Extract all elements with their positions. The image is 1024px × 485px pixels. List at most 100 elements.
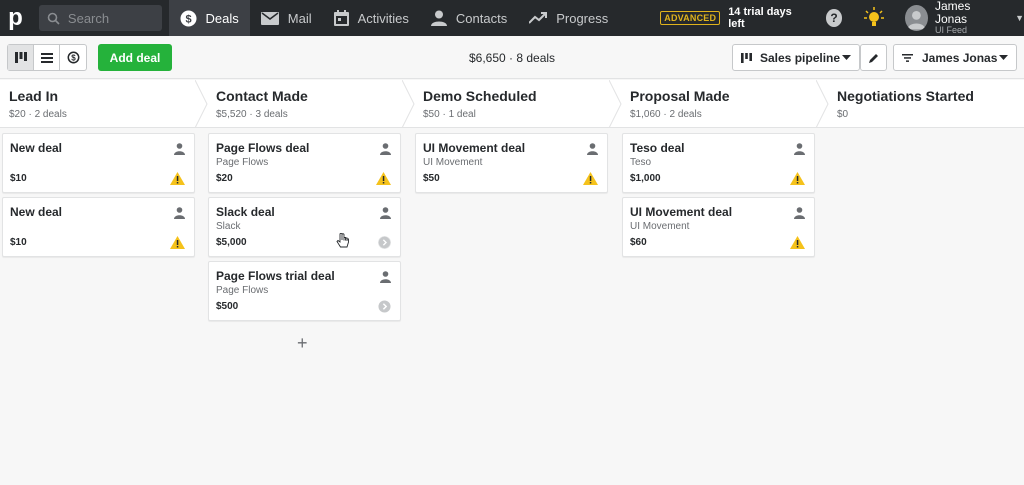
plan-badge[interactable]: ADVANCED (660, 11, 721, 25)
stage-name: Lead In (9, 88, 59, 104)
next-activity-icon[interactable] (378, 300, 391, 313)
nav-contacts-label: Contacts (455, 10, 508, 26)
hand-cursor-icon (336, 233, 349, 248)
deal-card[interactable]: UI Movement deal UI Movement $60 (622, 197, 815, 257)
nav-progress-label: Progress (556, 10, 609, 26)
edit-pipeline-button[interactable] (860, 44, 887, 71)
warning-icon[interactable] (790, 236, 805, 249)
person-icon (430, 10, 447, 26)
person-icon[interactable] (174, 207, 185, 219)
deal-value: $20 (216, 173, 233, 184)
deals-toolbar: $ Add deal $6,650 · 8 deals Sales pipeli… (0, 36, 1024, 79)
deal-value: $10 (10, 173, 27, 184)
search-input[interactable]: Search (38, 5, 162, 31)
stage-header-proposal-made[interactable]: Proposal Made $1,060 · 2 deals (621, 80, 828, 128)
kanban-icon (741, 52, 752, 63)
stage-header-lead-in[interactable]: Lead In $20 · 2 deals (0, 80, 207, 128)
avatar (905, 5, 928, 31)
deal-title: New deal (10, 205, 63, 219)
deal-card[interactable]: UI Movement deal UI Movement $50 (415, 133, 608, 193)
person-icon[interactable] (174, 143, 185, 155)
deal-card[interactable]: New deal $10 (2, 133, 195, 193)
warning-icon[interactable] (376, 172, 391, 185)
deal-organization: Slack (216, 221, 241, 232)
stage-name: Demo Scheduled (423, 88, 537, 104)
warning-icon[interactable] (170, 172, 185, 185)
person-icon[interactable] (794, 207, 805, 219)
deal-card[interactable]: Teso deal Teso $1,000 (622, 133, 815, 193)
stage-header-contact-made[interactable]: Contact Made $5,520 · 3 deals (207, 80, 414, 128)
stage-summary: $5,520 · 3 deals (216, 109, 288, 120)
dollar-circle-icon: $ (180, 10, 197, 27)
owner-filter-select[interactable]: James Jonas (893, 44, 1017, 71)
pipedrive-logo[interactable]: p (0, 0, 31, 36)
pencil-icon (868, 53, 878, 63)
search-placeholder: Search (67, 10, 110, 26)
chevron-down-icon: ▼ (1015, 13, 1024, 23)
person-icon[interactable] (380, 207, 391, 219)
deal-title: UI Movement deal (423, 141, 526, 155)
warning-icon[interactable] (170, 236, 185, 249)
deal-card[interactable]: Slack deal Slack $5,000 (208, 197, 401, 257)
top-navigation-bar: p Search $ Deals Mail Activities Contact… (0, 0, 1024, 36)
stage-column-demo-scheduled: UI Movement deal UI Movement $50 (415, 133, 608, 197)
deal-card[interactable]: New deal $10 (2, 197, 195, 257)
nav-deals[interactable]: $ Deals (168, 0, 250, 36)
trend-icon (529, 12, 548, 24)
deal-value: $5,000 (216, 237, 247, 248)
stage-header-negotiations-started[interactable]: Negotiations Started $0 (828, 80, 1024, 128)
nav-contacts[interactable]: Contacts (420, 0, 518, 36)
warning-icon[interactable] (583, 172, 598, 185)
deal-value: $500 (216, 301, 239, 312)
trial-days-text[interactable]: 14 trial days left (728, 6, 804, 30)
person-icon[interactable] (587, 143, 598, 155)
stage-column-proposal-made: Teso deal Teso $1,000 UI Movement deal U… (622, 133, 815, 261)
deal-title: Page Flows deal (216, 141, 310, 155)
deal-title: Slack deal (216, 205, 275, 219)
pipeline-select-label: Sales pipeline (760, 50, 841, 65)
stage-summary: $50 · 1 deal (423, 109, 476, 120)
stage-summary: $0 (837, 109, 849, 120)
main-nav: $ Deals Mail Activities Contacts Progres… (168, 0, 620, 36)
deal-title: New deal (10, 141, 63, 155)
help-icon[interactable]: ? (825, 9, 843, 27)
deal-organization: UI Movement (630, 221, 690, 232)
calendar-icon (333, 10, 349, 26)
nav-activities-label: Activities (357, 10, 409, 26)
stage-header-row: Lead In $20 · 2 deals Contact Made $5,52… (0, 80, 1024, 128)
person-icon[interactable] (380, 271, 391, 283)
user-company: UI Feed (935, 25, 968, 36)
nav-activities[interactable]: Activities (323, 0, 420, 36)
pipeline-select[interactable]: Sales pipeline (732, 44, 860, 71)
lightbulb-icon[interactable] (864, 7, 885, 29)
owner-filter-label: James Jonas (922, 50, 998, 65)
mail-icon (260, 11, 279, 25)
add-deal-plus-icon[interactable]: + (297, 333, 308, 354)
user-name: James Jonas (935, 0, 971, 27)
deal-card[interactable]: Page Flows trial deal Page Flows $500 (208, 261, 401, 321)
deal-value: $60 (630, 237, 647, 248)
user-menu[interactable]: James Jonas UI Feed ▼ (905, 0, 1024, 36)
nav-mail[interactable]: Mail (250, 0, 323, 36)
person-icon[interactable] (794, 143, 805, 155)
person-icon[interactable] (380, 143, 391, 155)
search-icon (47, 12, 60, 25)
svg-text:$: $ (185, 13, 191, 25)
next-activity-icon[interactable] (378, 236, 391, 249)
stage-summary: $1,060 · 2 deals (630, 109, 702, 120)
deal-organization: Page Flows (216, 157, 269, 168)
nav-progress[interactable]: Progress (518, 0, 619, 36)
chevron-down-icon (842, 55, 851, 60)
stage-name: Negotiations Started (837, 88, 974, 104)
filter-icon (902, 53, 913, 62)
stage-name: Contact Made (216, 88, 308, 104)
deal-card[interactable]: Page Flows deal Page Flows $20 (208, 133, 401, 193)
deal-value: $10 (10, 237, 27, 248)
stage-column-lead-in: New deal $10 New deal $10 (2, 133, 195, 261)
deal-title: Page Flows trial deal (216, 269, 335, 283)
stage-name: Proposal Made (630, 88, 730, 104)
warning-icon[interactable] (790, 172, 805, 185)
stage-header-demo-scheduled[interactable]: Demo Scheduled $50 · 1 deal (414, 80, 621, 128)
deal-title: UI Movement deal (630, 205, 733, 219)
deal-organization: UI Movement (423, 157, 483, 168)
